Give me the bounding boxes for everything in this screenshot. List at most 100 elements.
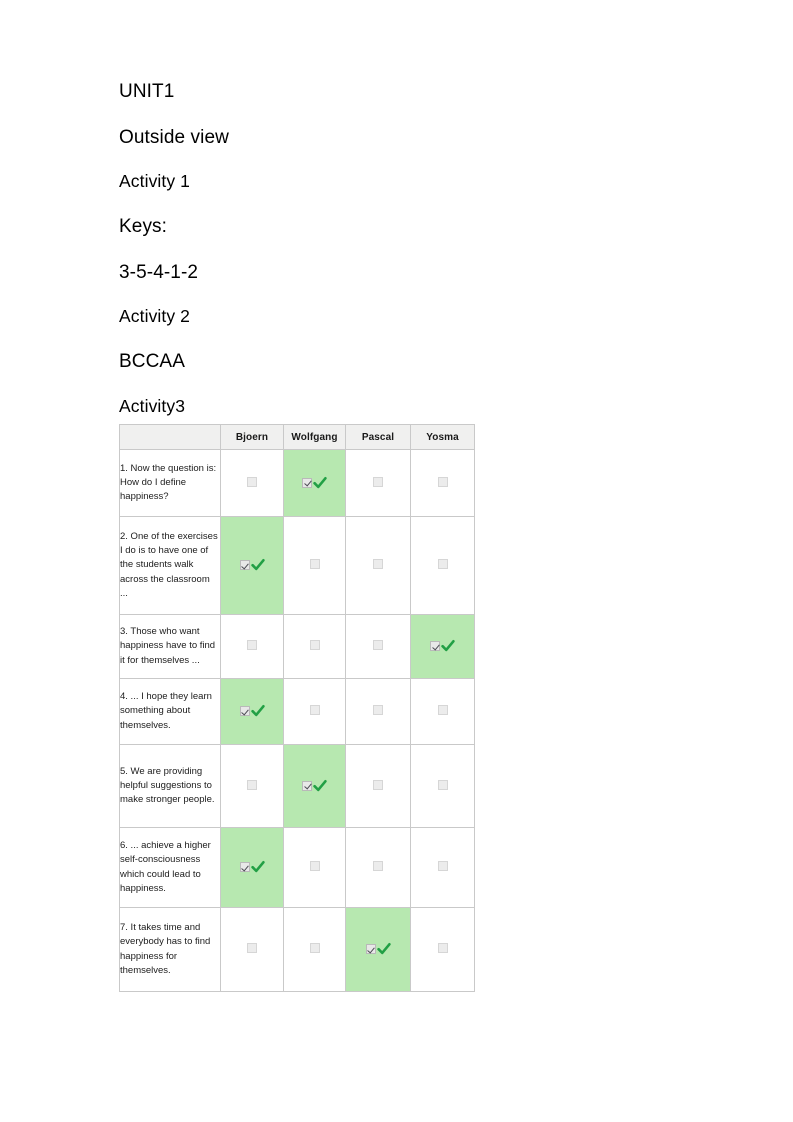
checkbox-cell-pascal[interactable] bbox=[345, 744, 411, 828]
checkbox-cell-bjoern[interactable] bbox=[220, 907, 284, 992]
checkbox-cell-pascal[interactable] bbox=[345, 907, 411, 992]
keys-answer: 3-5-4-1-2 bbox=[119, 261, 199, 283]
checkbox-cell-yosma[interactable] bbox=[410, 516, 475, 615]
checkbox-cell-wolfgang[interactable] bbox=[283, 744, 346, 828]
table-row: 3. Those who want happiness have to find… bbox=[119, 614, 475, 679]
checkbox-checked-icon[interactable] bbox=[365, 944, 376, 954]
green-check-icon bbox=[376, 942, 391, 956]
green-check-icon bbox=[313, 779, 327, 793]
cell-content bbox=[437, 779, 448, 790]
checkbox-cell-bjoern[interactable] bbox=[220, 827, 284, 908]
checkbox-cell-bjoern[interactable] bbox=[220, 614, 284, 679]
checkbox-cell-pascal[interactable] bbox=[345, 516, 411, 615]
activity-2-answer: BCCAA bbox=[119, 351, 185, 372]
checkbox-empty-icon[interactable] bbox=[437, 943, 448, 953]
checkbox-empty-icon[interactable] bbox=[309, 705, 320, 715]
cell-content bbox=[302, 779, 327, 793]
checkbox-cell-wolfgang[interactable] bbox=[283, 907, 346, 992]
checkbox-empty-icon[interactable] bbox=[247, 476, 257, 487]
checkbox-empty-icon[interactable] bbox=[437, 476, 448, 487]
checkbox-empty-icon[interactable] bbox=[373, 779, 383, 790]
cell-content bbox=[309, 559, 320, 569]
checkbox-cell-yosma[interactable] bbox=[410, 744, 475, 828]
checkbox-cell-yosma[interactable] bbox=[410, 449, 475, 517]
table-row: 7. It takes time and everybody has to fi… bbox=[119, 907, 475, 992]
checkbox-empty-icon[interactable] bbox=[247, 779, 257, 790]
document-text-block: UNIT1 Outside view Activity 1 Keys: 3-5-… bbox=[119, 82, 679, 442]
statement-cell: 7. It takes time and everybody has to fi… bbox=[119, 907, 221, 992]
checkbox-cell-wolfgang[interactable] bbox=[283, 827, 346, 908]
green-check-icon bbox=[313, 476, 327, 490]
cell-content bbox=[373, 861, 383, 871]
checkbox-empty-icon[interactable] bbox=[309, 943, 320, 953]
checkbox-empty-icon[interactable] bbox=[437, 861, 448, 871]
checkbox-cell-pascal[interactable] bbox=[345, 614, 411, 679]
checkbox-checked-icon[interactable] bbox=[430, 641, 440, 651]
checkbox-empty-icon[interactable] bbox=[437, 705, 448, 715]
green-check-icon bbox=[250, 558, 265, 572]
table-row: 1. Now the question is: How do I define … bbox=[119, 449, 475, 517]
checkbox-checked-icon[interactable] bbox=[302, 780, 312, 791]
checkbox-cell-yosma[interactable] bbox=[410, 907, 475, 992]
cell-content bbox=[239, 558, 265, 572]
checkbox-checked-icon[interactable] bbox=[302, 477, 312, 488]
checkbox-empty-icon[interactable] bbox=[373, 640, 383, 650]
cell-content bbox=[437, 476, 448, 487]
document-page: UNIT1 Outside view Activity 1 Keys: 3-5-… bbox=[0, 0, 793, 1122]
checkbox-cell-wolfgang[interactable] bbox=[283, 614, 346, 679]
checkbox-empty-icon[interactable] bbox=[373, 861, 383, 871]
activity-3-table-wrapper: Bjoern Wolfgang Pascal Yosma 1. Now the … bbox=[119, 424, 475, 992]
cell-content bbox=[247, 640, 257, 650]
green-check-icon bbox=[250, 860, 265, 874]
cell-content bbox=[373, 559, 383, 569]
cell-content bbox=[430, 639, 455, 653]
statement-cell: 2. One of the exercises I do is to have … bbox=[119, 516, 221, 615]
checkbox-empty-icon[interactable] bbox=[437, 779, 448, 790]
table-row: 4. ... I hope they learn something about… bbox=[119, 678, 475, 745]
checkbox-checked-icon[interactable] bbox=[239, 862, 250, 872]
cell-content bbox=[309, 640, 320, 650]
cell-content bbox=[365, 942, 391, 956]
checkbox-cell-pascal[interactable] bbox=[345, 678, 411, 745]
checkbox-empty-icon[interactable] bbox=[247, 640, 257, 650]
checkbox-cell-yosma[interactable] bbox=[410, 614, 475, 679]
checkbox-empty-icon[interactable] bbox=[373, 705, 383, 715]
checkbox-empty-icon[interactable] bbox=[247, 943, 257, 953]
cell-content bbox=[302, 476, 327, 490]
checkbox-cell-yosma[interactable] bbox=[410, 678, 475, 745]
cell-content bbox=[239, 860, 265, 874]
green-check-icon bbox=[250, 704, 265, 718]
checkbox-cell-wolfgang[interactable] bbox=[283, 516, 346, 615]
cell-content bbox=[437, 705, 448, 715]
checkbox-cell-wolfgang[interactable] bbox=[283, 449, 346, 517]
heading-section: Outside view bbox=[119, 126, 229, 148]
cell-content bbox=[373, 476, 383, 487]
checkbox-empty-icon[interactable] bbox=[309, 861, 320, 871]
checkbox-cell-bjoern[interactable] bbox=[220, 449, 284, 517]
checkbox-cell-wolfgang[interactable] bbox=[283, 678, 346, 745]
cell-content bbox=[309, 861, 320, 871]
checkbox-cell-yosma[interactable] bbox=[410, 827, 475, 908]
heading-unit: UNIT1 bbox=[119, 81, 175, 102]
checkbox-cell-bjoern[interactable] bbox=[220, 744, 284, 828]
checkbox-checked-icon[interactable] bbox=[239, 706, 250, 716]
statement-cell: 5. We are providing helpful suggestions … bbox=[119, 744, 221, 828]
checkbox-checked-icon[interactable] bbox=[239, 560, 250, 570]
checkbox-empty-icon[interactable] bbox=[309, 559, 320, 569]
checkbox-empty-icon[interactable] bbox=[373, 559, 383, 569]
checkbox-cell-bjoern[interactable] bbox=[220, 516, 284, 615]
checkbox-empty-icon[interactable] bbox=[373, 476, 383, 487]
checkbox-empty-icon[interactable] bbox=[309, 640, 320, 650]
checkbox-cell-bjoern[interactable] bbox=[220, 678, 284, 745]
table-header-row: Bjoern Wolfgang Pascal Yosma bbox=[119, 424, 475, 450]
statement-cell: 1. Now the question is: How do I define … bbox=[119, 449, 221, 517]
speaker-matching-table: Bjoern Wolfgang Pascal Yosma 1. Now the … bbox=[119, 424, 475, 992]
table-row: 2. One of the exercises I do is to have … bbox=[119, 516, 475, 615]
cell-content bbox=[239, 704, 265, 718]
table-corner-cell bbox=[119, 424, 221, 450]
checkbox-cell-pascal[interactable] bbox=[345, 827, 411, 908]
column-header-bjoern: Bjoern bbox=[220, 424, 284, 450]
cell-content bbox=[373, 640, 383, 650]
checkbox-cell-pascal[interactable] bbox=[345, 449, 411, 517]
checkbox-empty-icon[interactable] bbox=[437, 559, 448, 569]
